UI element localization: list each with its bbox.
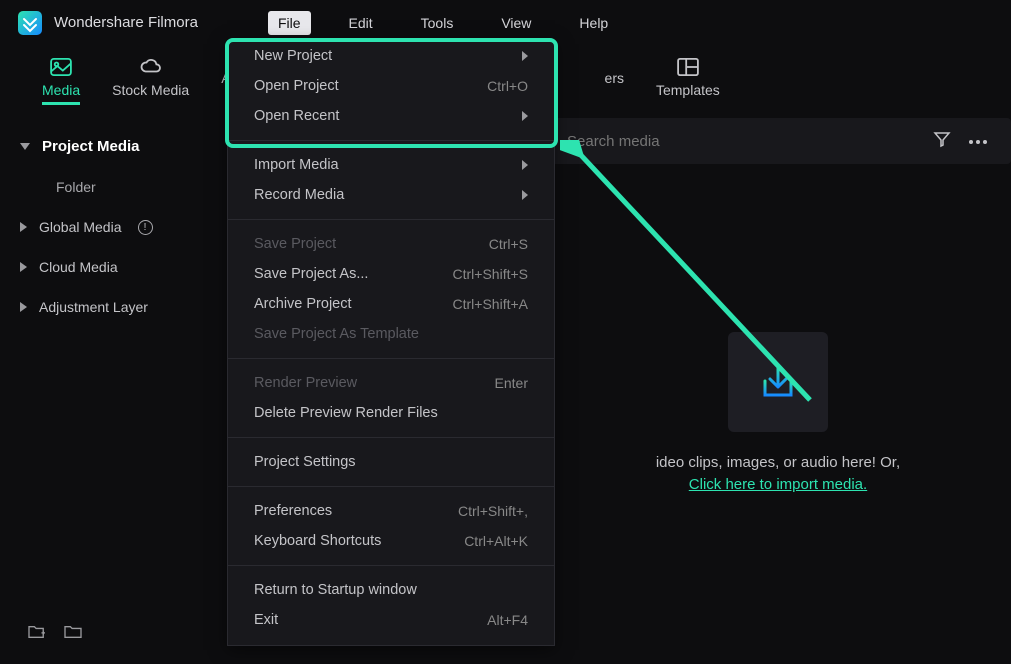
menu-separator bbox=[228, 437, 554, 438]
file-menu-dropdown: New Project Open Project Ctrl+O Open Rec… bbox=[227, 40, 555, 646]
sidebar-folder[interactable]: Folder bbox=[0, 167, 225, 207]
sidebar-item-label: Folder bbox=[56, 179, 96, 195]
drop-text: ideo clips, images, or audio here! Or, C… bbox=[656, 452, 900, 497]
cloud-icon bbox=[140, 58, 162, 76]
new-folder-icon[interactable] bbox=[28, 624, 46, 640]
menu-exit[interactable]: Exit Alt+F4 bbox=[228, 605, 554, 635]
menu-record-media[interactable]: Record Media bbox=[228, 180, 554, 210]
tab-templates-label: Templates bbox=[656, 82, 720, 105]
tab-templates[interactable]: Templates bbox=[656, 58, 720, 105]
sidebar-item-label: Cloud Media bbox=[39, 259, 118, 275]
chevron-right-icon bbox=[20, 262, 27, 272]
more-icon[interactable] bbox=[967, 132, 989, 150]
menu-save-as-template: Save Project As Template bbox=[228, 319, 554, 349]
tab-media[interactable]: Media bbox=[42, 58, 80, 105]
menu-separator bbox=[228, 486, 554, 487]
drop-line1: ideo clips, images, or audio here! Or, bbox=[656, 454, 900, 471]
search-bar bbox=[545, 118, 1011, 164]
menubar-help[interactable]: Help bbox=[569, 11, 618, 35]
sidebar-item-label: Global Media bbox=[39, 219, 122, 235]
app-logo bbox=[18, 11, 42, 35]
menu-save-project: Save Project Ctrl+S bbox=[228, 229, 554, 259]
menu-return-startup[interactable]: Return to Startup window bbox=[228, 575, 554, 605]
tab-stock-label: Stock Media bbox=[112, 82, 189, 105]
media-icon bbox=[50, 58, 72, 76]
tab-filters-label: ers bbox=[605, 70, 624, 93]
menu-delete-render-files[interactable]: Delete Preview Render Files bbox=[228, 398, 554, 428]
menu-open-project[interactable]: Open Project Ctrl+O bbox=[228, 71, 554, 101]
sidebar-cloud-media[interactable]: Cloud Media bbox=[0, 247, 225, 287]
menu-save-project-as[interactable]: Save Project As... Ctrl+Shift+S bbox=[228, 259, 554, 289]
menu-separator bbox=[228, 140, 554, 141]
menu-new-project[interactable]: New Project bbox=[228, 41, 554, 71]
menu-separator bbox=[228, 565, 554, 566]
menubar-tools[interactable]: Tools bbox=[411, 11, 464, 35]
sidebar-adjustment-layer[interactable]: Adjustment Layer bbox=[0, 287, 225, 327]
menu-bar: File Edit Tools View Help bbox=[268, 11, 618, 35]
info-icon: ! bbox=[138, 220, 153, 235]
menu-archive-project[interactable]: Archive Project Ctrl+Shift+A bbox=[228, 289, 554, 319]
menu-import-media[interactable]: Import Media bbox=[228, 150, 554, 180]
import-icon-box bbox=[728, 332, 828, 432]
tab-stock-media[interactable]: Stock Media bbox=[112, 58, 189, 105]
sidebar-project-media[interactable]: Project Media bbox=[0, 126, 225, 167]
menubar-file[interactable]: File bbox=[268, 11, 311, 35]
sidebar-global-media[interactable]: Global Media ! bbox=[0, 207, 225, 247]
import-link[interactable]: Click here to import media. bbox=[689, 476, 867, 493]
chevron-right-icon bbox=[522, 160, 528, 170]
menu-project-settings[interactable]: Project Settings bbox=[228, 447, 554, 477]
menu-separator bbox=[228, 358, 554, 359]
title-bar: Wondershare Filmora File Edit Tools View… bbox=[0, 0, 1011, 45]
menu-separator bbox=[228, 219, 554, 220]
menu-preferences[interactable]: Preferences Ctrl+Shift+, bbox=[228, 496, 554, 526]
tab-media-label: Media bbox=[42, 82, 80, 105]
chevron-down-icon bbox=[20, 143, 30, 150]
chevron-right-icon bbox=[522, 111, 528, 121]
templates-icon bbox=[677, 58, 699, 76]
chevron-right-icon bbox=[522, 51, 528, 61]
menu-open-recent[interactable]: Open Recent bbox=[228, 101, 554, 131]
menubar-view[interactable]: View bbox=[491, 11, 541, 35]
menu-render-preview: Render Preview Enter bbox=[228, 368, 554, 398]
sidebar: Project Media Folder Global Media ! Clou… bbox=[0, 118, 225, 664]
menu-keyboard-shortcuts[interactable]: Keyboard Shortcuts Ctrl+Alt+K bbox=[228, 526, 554, 556]
menubar-edit[interactable]: Edit bbox=[339, 11, 383, 35]
sidebar-item-label: Project Media bbox=[42, 138, 140, 155]
chevron-right-icon bbox=[20, 302, 27, 312]
search-input[interactable] bbox=[567, 133, 917, 150]
filter-icon[interactable] bbox=[933, 130, 951, 153]
app-title: Wondershare Filmora bbox=[54, 14, 198, 31]
sidebar-item-label: Adjustment Layer bbox=[39, 299, 148, 315]
tab-filters-partial[interactable]: ers bbox=[605, 70, 624, 93]
chevron-right-icon bbox=[20, 222, 27, 232]
chevron-right-icon bbox=[522, 190, 528, 200]
folder-icon[interactable] bbox=[64, 624, 82, 640]
